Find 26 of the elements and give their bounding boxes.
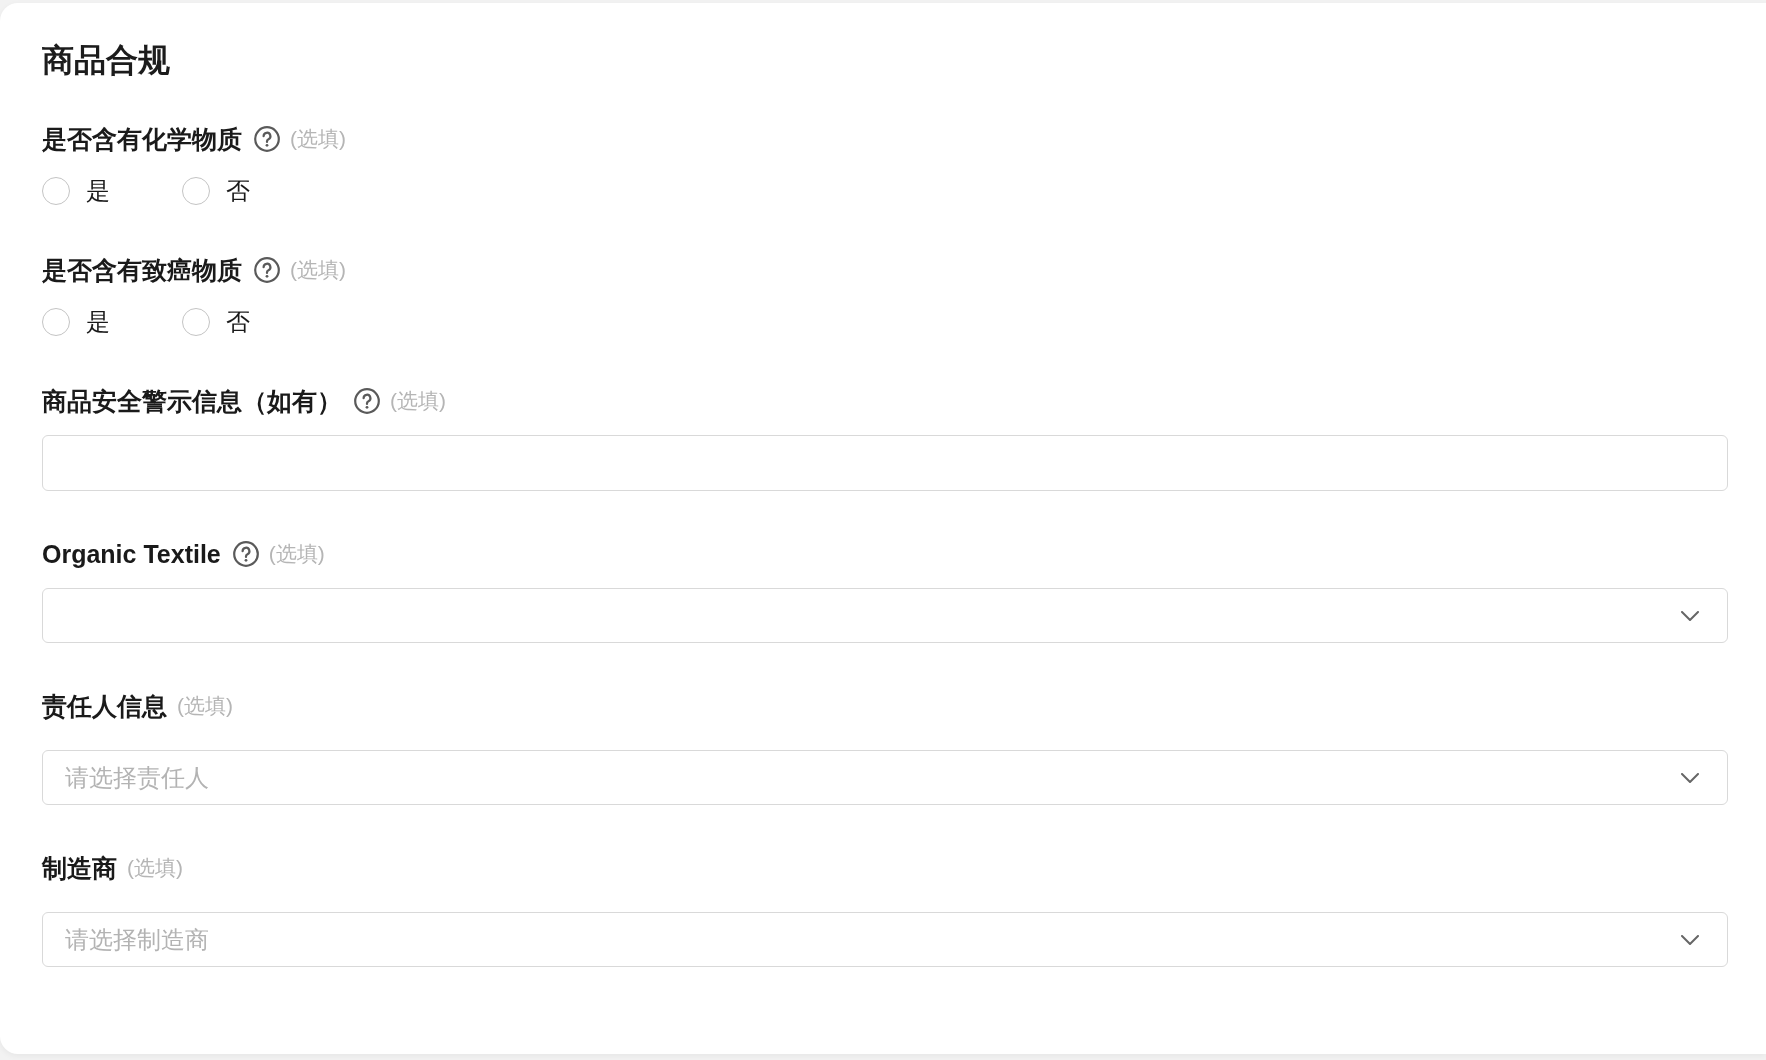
text-input[interactable]	[42, 435, 1728, 491]
optional-tag: (选填)	[127, 854, 183, 882]
chevron-down-icon	[1681, 772, 1699, 783]
chevron-down-icon	[1681, 610, 1699, 621]
option-label[interactable]: 否	[226, 306, 250, 338]
field-label: 是否含有化学物质	[42, 124, 242, 155]
radio-button[interactable]	[182, 308, 210, 336]
field-label: 商品安全警示信息（如有）	[42, 386, 342, 417]
optional-tag: (选填)	[177, 692, 233, 720]
chevron-down-icon	[1681, 934, 1699, 945]
field-label: 责任人信息	[42, 691, 167, 722]
section-title: 商品合规	[42, 41, 171, 80]
radio-button[interactable]	[182, 177, 210, 205]
optional-tag: (选填)	[268, 540, 325, 568]
option-label[interactable]: 否	[226, 175, 250, 207]
radio-button[interactable]	[42, 177, 70, 205]
optional-tag: (选填)	[290, 125, 346, 153]
radio-button[interactable]	[42, 308, 70, 336]
option-label[interactable]: 是	[86, 306, 110, 338]
option-label[interactable]: 是	[86, 175, 110, 207]
optional-tag: (选填)	[290, 256, 346, 284]
field-label: Organic Textile	[42, 539, 221, 570]
field-label: 制造商	[42, 853, 117, 884]
optional-tag: (选填)	[390, 387, 446, 415]
field-label: 是否含有致癌物质	[42, 255, 242, 286]
dropdown-field[interactable]	[42, 588, 1728, 643]
